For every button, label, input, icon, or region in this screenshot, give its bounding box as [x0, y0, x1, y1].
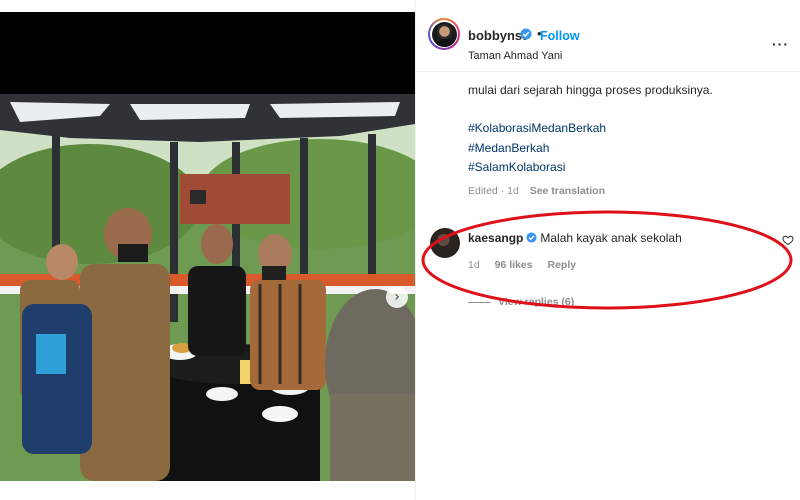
media-bottom-border [0, 481, 415, 500]
like-comment-heart-icon[interactable] [782, 234, 794, 246]
edited-label: Edited · 1d [468, 185, 519, 197]
post-header: bobbynst • Follow Taman Ahmad Yani ··· [416, 12, 800, 72]
commenter-avatar[interactable] [430, 228, 460, 258]
see-translation-link[interactable]: See translation [530, 185, 605, 197]
next-photo-button[interactable]: › [386, 286, 408, 308]
view-replies-link[interactable]: View replies (6) [468, 296, 574, 308]
caption-meta: Edited · 1d See translation [468, 185, 605, 197]
media-letterbox [0, 12, 415, 94]
verified-badge-icon [526, 232, 537, 243]
verified-badge-icon [520, 28, 532, 40]
media-top-border [0, 0, 415, 12]
hashtag-link[interactable]: #MedanBerkah [468, 141, 549, 155]
follow-button[interactable]: Follow [540, 29, 580, 43]
comment-body: Malah kayak anak sekolah [540, 231, 682, 245]
post-photo [0, 94, 415, 481]
author-username[interactable]: bobbynst [468, 28, 527, 43]
commenter-username[interactable]: kaesangp [468, 231, 523, 245]
hashtag-link[interactable]: #SalamKolaborasi [468, 160, 565, 174]
photo-illustration [0, 94, 415, 481]
comment-time: 1d [468, 259, 480, 271]
post-location[interactable]: Taman Ahmad Yani [468, 50, 562, 62]
author-avatar[interactable] [428, 18, 460, 50]
reply-button[interactable]: Reply [547, 259, 576, 271]
caption-text: mulai dari sejarah hingga proses produks… [468, 83, 713, 97]
comment-meta: 1d 96 likes Reply [468, 259, 588, 271]
comment-likes[interactable]: 96 likes [495, 259, 533, 271]
post-media: › [0, 0, 415, 500]
hashtag-link[interactable]: #KolaborasiMedanBerkah [468, 121, 606, 135]
comment: kaesangp Malah kayak anak sekolah [468, 231, 682, 245]
post-details: bobbynst • Follow Taman Ahmad Yani ··· m… [415, 0, 800, 500]
more-options-icon[interactable]: ··· [772, 36, 789, 52]
